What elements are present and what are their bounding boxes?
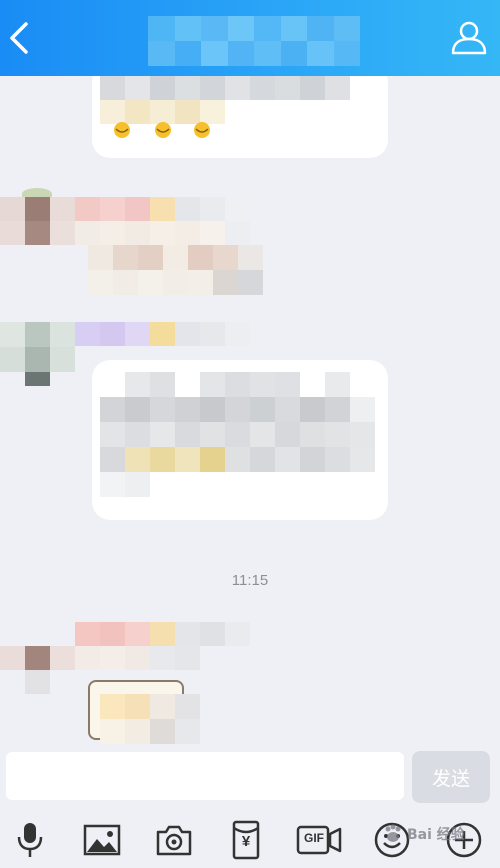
voice-button[interactable]: [8, 818, 52, 862]
pixelated-avatar[interactable]: [0, 322, 75, 386]
camera-button[interactable]: [152, 818, 196, 862]
watermark-text: Bai 经验: [407, 827, 465, 843]
pixelated-message-text: [100, 76, 350, 124]
paw-icon: [385, 824, 401, 842]
message-timestamp: 11:15: [231, 572, 269, 589]
chevron-left-icon: [10, 22, 28, 54]
message-input[interactable]: [6, 752, 404, 800]
contact-profile-button[interactable]: [448, 18, 490, 58]
chat-title-pixelated: [148, 16, 360, 66]
title-bar: [0, 0, 500, 76]
red-packet-symbol: ¥: [241, 833, 251, 850]
pixelated-message-text: [100, 372, 375, 497]
baidu-watermark: Bai 经验: [382, 812, 492, 856]
gif-button[interactable]: GIF: [296, 818, 342, 862]
microphone-icon: [17, 823, 43, 857]
photo-album-button[interactable]: [80, 818, 124, 862]
camera-icon: [156, 825, 192, 856]
user-icon: [451, 21, 487, 55]
pixelated-message-content: [88, 245, 263, 295]
image-icon: [83, 824, 121, 856]
message-list[interactable]: 11:15: [0, 76, 500, 746]
emoji-sticker-icon: [114, 122, 210, 138]
composer-bar: 发送: [0, 746, 500, 808]
gif-label: GIF: [304, 831, 324, 845]
pixelated-sender-info: [0, 197, 275, 245]
back-button[interactable]: [4, 18, 40, 58]
send-button[interactable]: 发送: [412, 751, 490, 803]
pixelated-image: [100, 694, 200, 744]
red-packet-button[interactable]: ¥: [224, 818, 268, 862]
pixelated-sender-info: [75, 322, 250, 346]
